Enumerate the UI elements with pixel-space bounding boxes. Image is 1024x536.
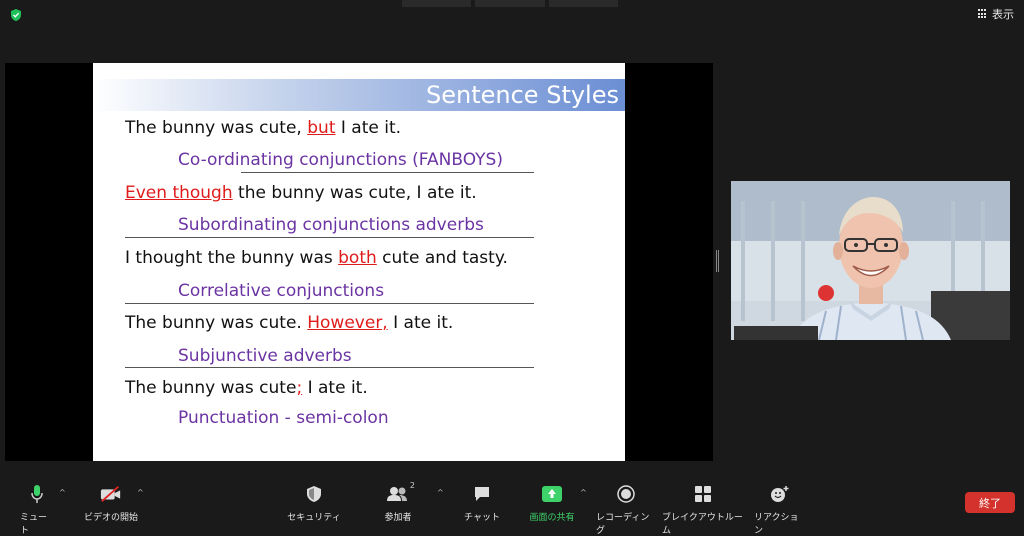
label-2: Subordinating conjunctions adverbs: [178, 215, 484, 235]
divider-rule: [125, 237, 534, 238]
chat-label: チャット: [464, 513, 500, 523]
sentence-text: I ate it.: [387, 313, 454, 333]
record-icon: [615, 484, 637, 504]
shield-icon: [303, 484, 325, 504]
sentence-text: the bunny was cute, I ate it.: [232, 183, 477, 203]
participant-image: [731, 181, 1010, 340]
sentence-text: The bunny was cute.: [125, 313, 308, 333]
sentence-highlight: but: [307, 118, 336, 138]
view-label: 表示: [992, 8, 1014, 21]
meeting-toolbar: ミュート ^ ビデオの開始 ^ セキュリティ 2 参加者 ^ チャット 画面の共…: [0, 478, 1024, 536]
gallery-strip: [402, 0, 618, 7]
video-options-caret[interactable]: ^: [137, 488, 145, 497]
start-video-label: ビデオの開始: [83, 513, 138, 523]
presentation-slide: Sentence Styles The bunny was cute, but …: [93, 63, 625, 461]
chat-bubble-icon: [471, 484, 493, 504]
sentence-highlight: both: [338, 248, 377, 268]
share-options-caret[interactable]: ^: [580, 488, 588, 497]
sentence-3: I thought the bunny was both cute and ta…: [125, 248, 508, 268]
participants-icon: 2: [387, 481, 415, 504]
sentence-4: The bunny was cute. However, I ate it.: [125, 313, 453, 333]
participants-options-caret[interactable]: ^: [437, 488, 445, 497]
divider-rule: [125, 303, 534, 304]
participant-video[interactable]: [731, 181, 1010, 340]
microphone-icon: [26, 484, 48, 504]
sentence-5: The bunny was cute; I ate it.: [125, 378, 368, 398]
end-meeting-button[interactable]: 終了: [965, 492, 1015, 513]
label-5: Punctuation - semi-colon: [178, 408, 389, 428]
smiley-icon: [769, 484, 791, 504]
slide-header-bar: Sentence Styles: [93, 79, 625, 111]
sentence-text: I ate it.: [335, 118, 402, 138]
record-label: レコーディング: [596, 513, 650, 536]
divider-rule: [241, 172, 534, 173]
participant-name-tag: [734, 326, 818, 340]
breakout-rooms-button[interactable]: ブレイクアウトルーム: [662, 484, 744, 536]
participants-button[interactable]: 2 参加者: [378, 481, 418, 523]
divider-rule: [125, 367, 534, 368]
view-button[interactable]: 表示: [978, 6, 1014, 22]
label-4: Subjunctive adverbs: [178, 346, 352, 366]
share-screen-button[interactable]: 画面の共有: [525, 484, 579, 523]
share-screen-label: 画面の共有: [529, 513, 575, 523]
participants-label: 参加者: [384, 513, 412, 523]
grid-icon: [978, 9, 988, 19]
top-bar: 表示: [0, 0, 1024, 30]
sentence-text: The bunny was cute: [125, 378, 297, 398]
participants-count: 2: [409, 481, 415, 490]
sentence-text: I ate it.: [302, 378, 368, 398]
share-screen-icon: [541, 484, 563, 504]
breakout-rooms-label: ブレイクアウトルーム: [662, 513, 743, 536]
reactions-button[interactable]: リアクション: [754, 484, 806, 536]
sentence-highlight: Even though: [125, 183, 233, 203]
label-1: Co-ordinating conjunctions (FANBOYS): [178, 150, 503, 170]
breakout-rooms-icon: [692, 484, 714, 504]
mute-button[interactable]: ミュート: [20, 484, 54, 536]
record-button[interactable]: レコーディング: [596, 484, 656, 536]
reactions-label: リアクション: [754, 513, 799, 536]
encryption-shield-icon[interactable]: [9, 8, 23, 22]
mute-label: ミュート: [20, 513, 48, 536]
chat-button[interactable]: チャット: [464, 484, 500, 523]
slide-title: Sentence Styles: [426, 81, 619, 109]
sentence-text: The bunny was cute,: [125, 118, 308, 138]
security-label: セキュリティ: [287, 513, 341, 523]
audio-options-caret[interactable]: ^: [59, 488, 67, 497]
sentence-2: Even though the bunny was cute, I ate it…: [125, 183, 477, 203]
sentence-1: The bunny was cute, but I ate it.: [125, 118, 401, 138]
sentence-text: cute and tasty.: [376, 248, 508, 268]
video-off-icon: [100, 484, 122, 504]
panel-resize-handle[interactable]: [716, 250, 719, 272]
start-video-button[interactable]: ビデオの開始: [82, 484, 140, 523]
sentence-text: I thought the bunny was: [125, 248, 339, 268]
security-button[interactable]: セキュリティ: [287, 484, 341, 523]
label-3: Correlative conjunctions: [178, 281, 385, 301]
sentence-highlight: However,: [307, 313, 388, 333]
